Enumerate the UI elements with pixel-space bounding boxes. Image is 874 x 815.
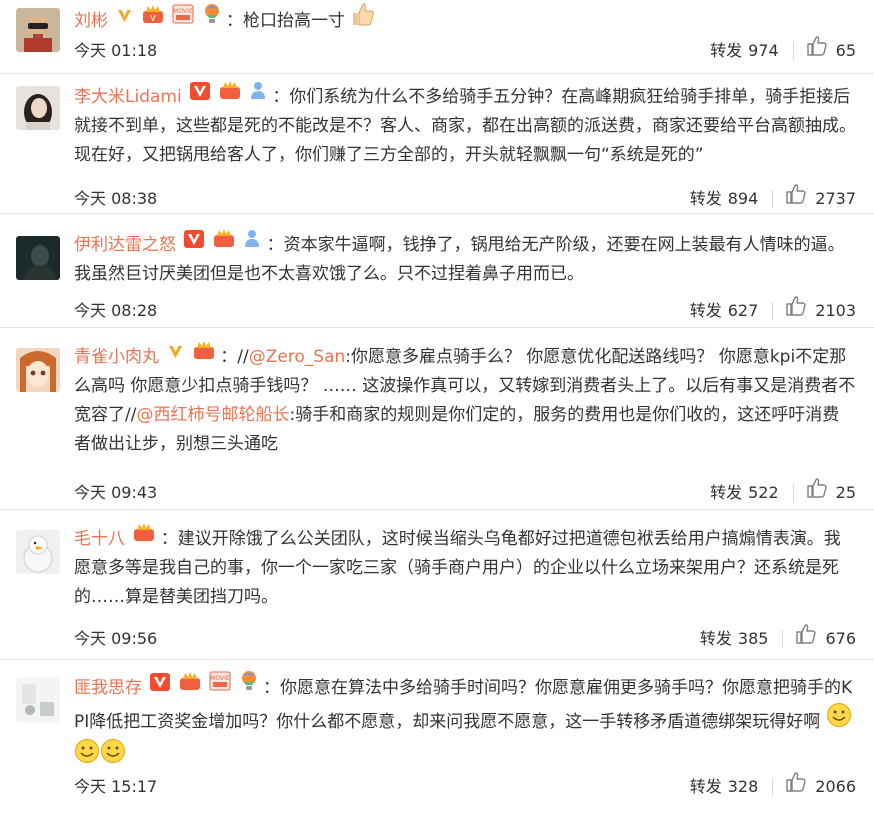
like-button[interactable]: 2737: [785, 183, 856, 215]
username[interactable]: 刘彬: [74, 11, 108, 31]
smile-emoji-icon: [100, 738, 126, 774]
thumbs-up-icon: [806, 477, 836, 509]
forward-button[interactable]: 转发 522: [710, 478, 779, 508]
crown-icon: V: [142, 4, 164, 34]
username[interactable]: 伊利达雷之怒: [74, 235, 176, 255]
crown-icon: [133, 522, 155, 552]
comment-list: 刘彬 V MOVIE ：枪口抬高一寸 今天 01:18 转发 974 65 李大…: [0, 0, 874, 815]
svg-text:MOVIE: MOVIE: [173, 8, 193, 15]
like-count: 2066: [815, 777, 856, 796]
comment-item: 匪我思存 MOVIE ：你愿意在算法中多给骑手时间吗？你愿意雇佣更多骑手吗？你愿…: [0, 660, 874, 815]
like-count: 2103: [815, 301, 856, 320]
avatar[interactable]: [16, 236, 60, 280]
divider: [782, 630, 784, 648]
like-count: 676: [825, 629, 856, 648]
crown-icon: [179, 671, 201, 701]
avatar[interactable]: [16, 8, 60, 52]
forward-button[interactable]: 转发 328: [690, 772, 759, 802]
movie-badge-icon: MOVIE: [209, 671, 231, 701]
svg-text:V: V: [150, 14, 156, 23]
comment-timestamp: 今天 09:56: [74, 629, 158, 648]
thumbs-up-icon: [785, 771, 815, 803]
divider: [792, 42, 794, 60]
like-count: 65: [835, 41, 856, 60]
forward-count: 627: [727, 301, 759, 320]
avatar[interactable]: [16, 86, 60, 130]
comment-timestamp: 今天 15:17: [74, 777, 158, 796]
verified-v-icon: [184, 229, 205, 258]
divider: [772, 302, 774, 320]
smile-emoji-icon: [826, 702, 852, 738]
person-badge-icon: [249, 80, 267, 110]
lightbulb-icon: [203, 3, 221, 35]
username[interactable]: 青雀小肉丸: [74, 347, 159, 367]
comment-timestamp: 今天 08:38: [74, 189, 158, 208]
forward-button[interactable]: 转发 385: [700, 624, 769, 654]
forward-count: 385: [737, 629, 769, 648]
thumbs-up-icon: [795, 623, 825, 655]
like-count: 25: [835, 483, 856, 502]
forward-label: 转发: [689, 301, 722, 320]
crown-icon: [193, 340, 215, 370]
comment-text: ：建议开除饿了么公关团队，这时候当缩头乌龟都好过把道德包袱丢给用户搞煽情表演。我…: [74, 529, 841, 607]
comment-text: ：//: [220, 347, 249, 367]
forward-button[interactable]: 转发 974: [710, 36, 779, 66]
person-badge-icon: [243, 228, 261, 258]
thumbs-up-emoji-icon: [350, 1, 376, 37]
comment-timestamp: 今天 09:43: [74, 483, 158, 502]
forward-button[interactable]: 转发 894: [690, 184, 759, 214]
thumbs-up-icon: [806, 35, 836, 67]
avatar[interactable]: [16, 530, 60, 574]
forward-label: 转发: [699, 629, 732, 648]
like-button[interactable]: 676: [795, 623, 856, 655]
thumbs-up-icon: [785, 295, 815, 327]
mention-link[interactable]: @西红柿号邮轮船长: [136, 405, 289, 425]
like-button[interactable]: 65: [806, 35, 856, 67]
comment-timestamp: 今天 08:28: [74, 301, 158, 320]
movie-badge-icon: MOVIE: [172, 4, 194, 34]
forward-label: 转发: [710, 41, 743, 60]
comment-item: 李大米Lidami ：你们系统为什么不多给骑手五分钟？在高峰期疯狂给骑手排单，骑…: [0, 74, 874, 214]
username[interactable]: 匪我思存: [74, 678, 142, 698]
verified-v-icon: [150, 672, 171, 701]
lightbulb-icon: [240, 670, 258, 702]
forward-count: 522: [748, 483, 779, 502]
divider: [772, 190, 774, 208]
crown-icon: [213, 228, 235, 258]
like-button[interactable]: 2066: [785, 771, 856, 803]
comment-item: 毛十八 ：建议开除饿了么公关团队，这时候当缩头乌龟都好过把道德包袱丢给用户搞煽情…: [0, 510, 874, 660]
svg-text:MOVIE: MOVIE: [210, 675, 230, 682]
divider: [792, 484, 794, 502]
verified-v-icon: [167, 341, 184, 370]
avatar[interactable]: [16, 678, 60, 722]
verified-v-icon: [116, 5, 133, 34]
username[interactable]: 毛十八: [74, 529, 125, 549]
username[interactable]: 李大米Lidami: [74, 87, 182, 107]
forward-count: 974: [748, 41, 779, 60]
forward-count: 328: [727, 777, 759, 796]
divider: [772, 778, 774, 796]
forward-label: 转发: [689, 189, 722, 208]
like-count: 2737: [815, 189, 856, 208]
forward-count: 894: [727, 189, 759, 208]
thumbs-up-icon: [785, 183, 815, 215]
mention-link[interactable]: @Zero_San: [249, 347, 346, 367]
forward-button[interactable]: 转发 627: [690, 296, 759, 326]
smile-emoji-icon: [74, 738, 100, 774]
forward-label: 转发: [710, 483, 743, 502]
comment-timestamp: 今天 01:18: [74, 41, 158, 60]
avatar[interactable]: [16, 348, 60, 392]
like-button[interactable]: 25: [806, 477, 856, 509]
verified-v-icon: [190, 81, 211, 110]
like-button[interactable]: 2103: [785, 295, 856, 327]
forward-label: 转发: [689, 777, 722, 796]
comment-text: ：枪口抬高一寸: [226, 11, 346, 31]
crown-icon: [219, 80, 241, 110]
comment-item: 伊利达雷之怒 ：资本家牛逼啊，钱挣了，锅甩给无产阶级，还要在网上装最有人情味的逼…: [0, 214, 874, 328]
comment-item: 刘彬 V MOVIE ：枪口抬高一寸 今天 01:18 转发 974 65: [0, 0, 874, 74]
comment-item: 青雀小肉丸 ：//@Zero_San:你愿意多雇点骑手么？ 你愿意优化配送路线吗…: [0, 328, 874, 510]
